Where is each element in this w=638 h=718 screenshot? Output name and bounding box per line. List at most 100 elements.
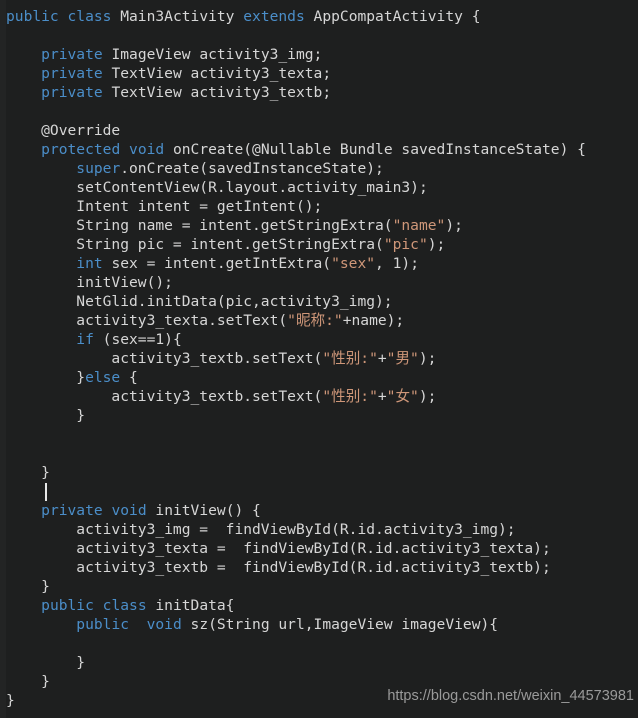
code-line[interactable]: }	[6, 672, 50, 691]
code-line[interactable]	[6, 482, 15, 501]
code-line[interactable]: Intent intent = getIntent();	[6, 197, 322, 216]
code-line[interactable]: int sex = intent.getIntExtra("sex", 1);	[6, 254, 419, 273]
code-line[interactable]: private void initView() {	[6, 501, 261, 520]
code-token: +	[377, 388, 387, 405]
code-token: }	[6, 673, 50, 690]
code-token: Intent intent = getIntent();	[6, 198, 323, 215]
code-line[interactable]: NetGlid.initData(pic,activity3_img);	[6, 292, 392, 311]
code-text-area[interactable]: public class Main3Activity extends AppCo…	[6, 0, 638, 718]
code-token: "男"	[386, 350, 419, 367]
code-token: sz(String url,ImageView imageView){	[181, 616, 499, 633]
code-line[interactable]: public class Main3Activity extends AppCo…	[6, 7, 481, 26]
code-line[interactable]: activity3_textb.setText("性别:"+"女");	[6, 387, 436, 406]
code-line[interactable]: initView();	[6, 273, 173, 292]
code-token: String name = intent.getStringExtra(	[6, 217, 393, 234]
code-token: public	[41, 597, 94, 614]
code-editor[interactable]: 1516171819202122232425262728293031323334…	[0, 0, 638, 718]
code-line[interactable]: if (sex==1){	[6, 330, 181, 349]
code-token: "性别:"	[322, 388, 378, 405]
code-token: @Override	[6, 122, 121, 139]
code-line[interactable]: private TextView activity3_textb;	[6, 83, 331, 102]
code-token: activity3_texta = findViewById(R.id.acti…	[6, 540, 551, 557]
code-line[interactable]: private TextView activity3_texta;	[6, 64, 331, 83]
code-token: {	[120, 369, 138, 386]
code-token: .onCreate(savedInstanceState);	[120, 160, 384, 177]
code-line[interactable]: activity3_texta = findViewById(R.id.acti…	[6, 539, 551, 558]
code-line[interactable]: activity3_textb = findViewById(R.id.acti…	[6, 558, 551, 577]
code-token: void	[111, 502, 147, 519]
code-line[interactable]: public class initData{	[6, 596, 234, 615]
code-line[interactable]: }	[6, 653, 85, 672]
code-line[interactable]: setContentView(R.layout.activity_main3);	[6, 178, 428, 197]
code-token: private	[41, 65, 103, 82]
code-token: activity3_textb = findViewById(R.id.acti…	[6, 559, 551, 576]
code-token: }	[6, 692, 15, 709]
code-line[interactable]: public void sz(String url,ImageView imag…	[6, 615, 498, 634]
code-token: private	[41, 46, 103, 63]
code-token: public	[76, 616, 130, 633]
code-token: );	[418, 388, 437, 405]
code-line[interactable]	[6, 26, 15, 45]
code-token: TextView activity3_texta;	[102, 65, 332, 82]
code-token: "name"	[392, 217, 446, 234]
code-token: initData{	[146, 597, 235, 614]
code-token: class	[67, 8, 112, 25]
watermark-url: https://blog.csdn.net/weixin_44573981	[387, 688, 634, 704]
code-token: +name);	[342, 312, 405, 329]
code-token: activity3_texta.setText(	[6, 312, 288, 329]
code-line[interactable]: activity3_texta.setText("昵称:"+name);	[6, 311, 404, 330]
code-token: activity3_textb.setText(	[6, 350, 323, 367]
code-line[interactable]	[6, 634, 15, 653]
code-token: initView() {	[146, 502, 261, 519]
code-token: super	[76, 160, 121, 177]
code-line[interactable]: }else {	[6, 368, 138, 387]
code-token: }	[6, 654, 86, 671]
code-token: setContentView(R.layout.activity_main3);	[6, 179, 428, 196]
code-line[interactable]: @Override	[6, 121, 120, 140]
code-token: int	[76, 255, 103, 272]
code-token: );	[445, 217, 463, 234]
code-line[interactable]: private ImageView activity3_img;	[6, 45, 322, 64]
code-line[interactable]	[6, 444, 15, 463]
code-token: protected	[41, 141, 121, 158]
code-line[interactable]: }	[6, 406, 85, 425]
code-line[interactable]	[6, 102, 15, 121]
code-token: sex = intent.getIntExtra(	[102, 255, 332, 272]
code-token: Main3Activity	[111, 8, 244, 25]
code-line[interactable]	[6, 425, 15, 444]
code-token: TextView activity3_textb;	[102, 84, 332, 101]
code-token: }	[6, 369, 86, 386]
code-token: private	[41, 84, 103, 101]
code-line[interactable]: }	[6, 463, 50, 482]
code-line[interactable]: super.onCreate(savedInstanceState);	[6, 159, 384, 178]
code-line[interactable]: }	[6, 691, 15, 710]
code-token: onCreate(@Nullable Bundle savedInstanceS…	[164, 141, 586, 158]
code-token: "女"	[386, 388, 419, 405]
code-token: String pic = intent.getStringExtra(	[6, 236, 384, 253]
code-line[interactable]: activity3_textb.setText("性别:"+"男");	[6, 349, 436, 368]
code-token: class	[102, 597, 147, 614]
code-token: "昵称:"	[287, 312, 343, 329]
code-line[interactable]: activity3_img = findViewById(R.id.activi…	[6, 520, 515, 539]
code-line[interactable]: protected void onCreate(@Nullable Bundle…	[6, 140, 586, 159]
code-line[interactable]: String name = intent.getStringExtra("nam…	[6, 216, 463, 235]
code-token: private	[41, 502, 103, 519]
text-caret	[45, 483, 48, 501]
code-token: AppCompatActivity {	[304, 8, 481, 25]
code-token: "性别:"	[322, 350, 378, 367]
code-token: }	[6, 578, 50, 595]
code-line[interactable]: String pic = intent.getStringExtra("pic"…	[6, 235, 445, 254]
code-token: public	[6, 8, 59, 25]
code-line[interactable]: }	[6, 577, 50, 596]
code-token: }	[6, 407, 86, 424]
